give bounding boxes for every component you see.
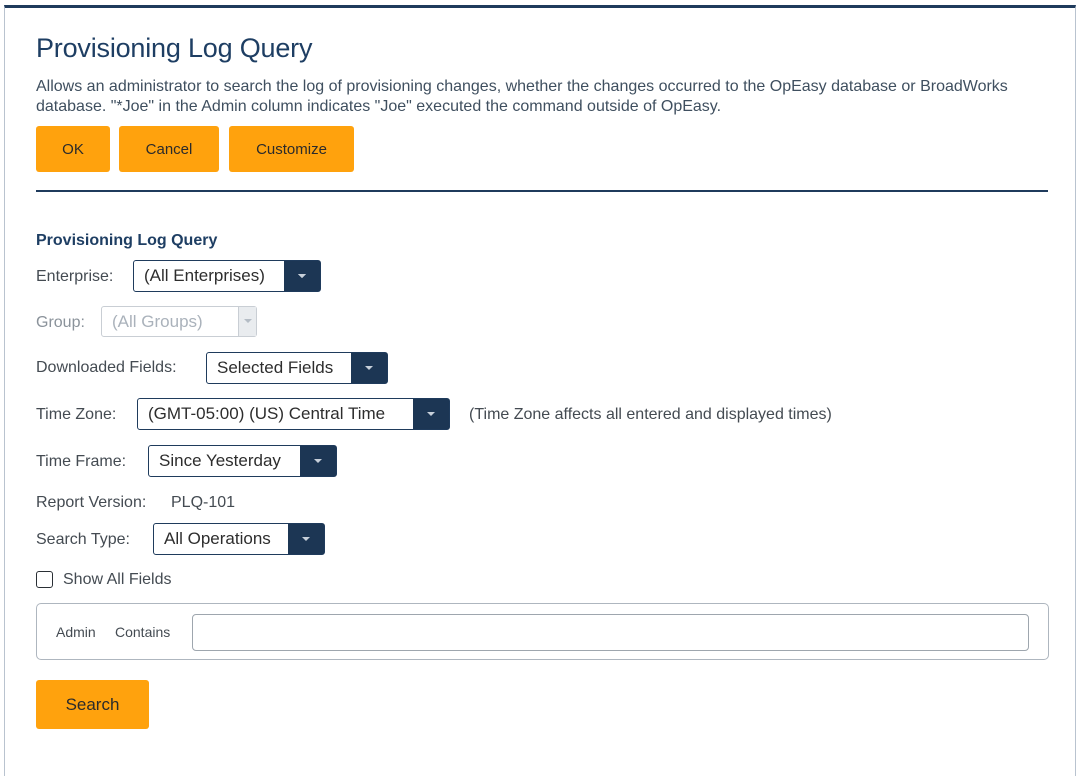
time-zone-select[interactable]: (GMT-05:00) (US) Central Time — [137, 398, 450, 430]
page-frame — [4, 5, 1076, 776]
page-title: Provisioning Log Query — [36, 33, 313, 63]
report-version-value: PLQ-101 — [171, 494, 236, 511]
filter-field-label: Admin — [56, 624, 96, 640]
group-label: Group: — [36, 314, 85, 331]
enterprise-label: Enterprise: — [36, 268, 114, 285]
ok-button[interactable]: OK — [36, 126, 110, 172]
search-button[interactable]: Search — [36, 680, 149, 729]
cancel-button[interactable]: Cancel — [119, 126, 219, 172]
filter-operator-label: Contains — [115, 624, 171, 640]
header-divider — [36, 190, 1048, 192]
time-zone-select-value: (GMT-05:00) (US) Central Time — [148, 404, 386, 423]
report-version-label: Report Version: — [36, 494, 147, 511]
page-description: Allows an administrator to search the lo… — [36, 78, 1008, 115]
search-type-select-value: All Operations — [164, 529, 271, 548]
search-type-select[interactable]: All Operations — [153, 523, 325, 555]
search-type-label: Search Type: — [36, 531, 130, 548]
chevron-down-icon — [288, 524, 324, 554]
customize-button[interactable]: Customize — [229, 126, 354, 172]
time-zone-note: (Time Zone affects all entered and displ… — [469, 406, 832, 423]
chevron-down-icon — [351, 353, 387, 383]
chevron-down-icon — [238, 307, 256, 336]
section-title: Provisioning Log Query — [36, 232, 218, 249]
enterprise-select[interactable]: (All Enterprises) — [133, 260, 321, 292]
enterprise-select-value: (All Enterprises) — [144, 266, 265, 285]
downloaded-fields-label: Downloaded Fields: — [36, 359, 177, 376]
show-all-fields-label[interactable]: Show All Fields — [63, 571, 172, 589]
admin-contains-input[interactable] — [192, 614, 1029, 651]
group-select-value: (All Groups) — [112, 311, 203, 331]
downloaded-fields-select-value: Selected Fields — [217, 358, 334, 377]
group-select: (All Groups) — [101, 306, 257, 337]
time-frame-select-value: Since Yesterday — [159, 451, 281, 470]
chevron-down-icon — [413, 399, 449, 429]
chevron-down-icon — [284, 261, 320, 291]
show-all-fields-checkbox[interactable] — [36, 571, 53, 588]
time-zone-label: Time Zone: — [36, 406, 117, 423]
time-frame-select[interactable]: Since Yesterday — [148, 445, 337, 477]
chevron-down-icon — [300, 446, 336, 476]
downloaded-fields-select[interactable]: Selected Fields — [206, 352, 388, 384]
time-frame-label: Time Frame: — [36, 453, 127, 470]
